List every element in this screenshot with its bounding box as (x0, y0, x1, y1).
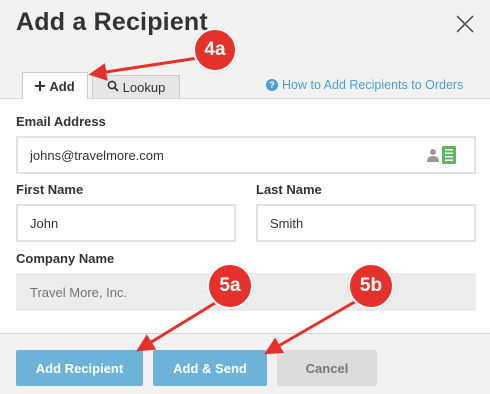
dialog-title: Add a Recipient (16, 8, 208, 36)
add-recipient-dialog: Add a Recipient Add Lookup ? How to Add … (0, 0, 490, 394)
plus-icon (35, 79, 46, 94)
tab-lookup[interactable]: Lookup (92, 75, 180, 98)
add-send-button[interactable]: Add & Send (153, 350, 267, 386)
company-name-label: Company Name (16, 251, 115, 266)
contact-icons[interactable] (427, 146, 456, 169)
contact-book-icon (442, 146, 456, 169)
search-icon (107, 80, 119, 95)
email-label: Email Address (16, 114, 106, 129)
first-name-field[interactable] (16, 204, 236, 242)
callout-5a: 5a (207, 263, 253, 309)
help-link[interactable]: ? How to Add Recipients to Orders (266, 78, 463, 92)
last-name-label: Last Name (256, 182, 322, 197)
person-icon (427, 148, 439, 167)
last-name-field[interactable] (256, 204, 476, 242)
tab-add-label: Add (49, 78, 75, 94)
tab-add[interactable]: Add (22, 72, 88, 99)
help-link-label: How to Add Recipients to Orders (282, 78, 464, 92)
first-name-label: First Name (16, 182, 84, 197)
tab-lookup-label: Lookup (122, 79, 166, 95)
email-field[interactable] (16, 136, 476, 174)
callout-5b: 5b (348, 263, 394, 309)
cancel-button[interactable]: Cancel (277, 350, 377, 386)
question-circle-icon: ? (266, 79, 278, 91)
add-recipient-button[interactable]: Add Recipient (16, 350, 143, 386)
close-icon[interactable] (453, 12, 477, 36)
arrow-to-add-tab (88, 56, 199, 81)
callout-4a: 4a (193, 28, 237, 72)
